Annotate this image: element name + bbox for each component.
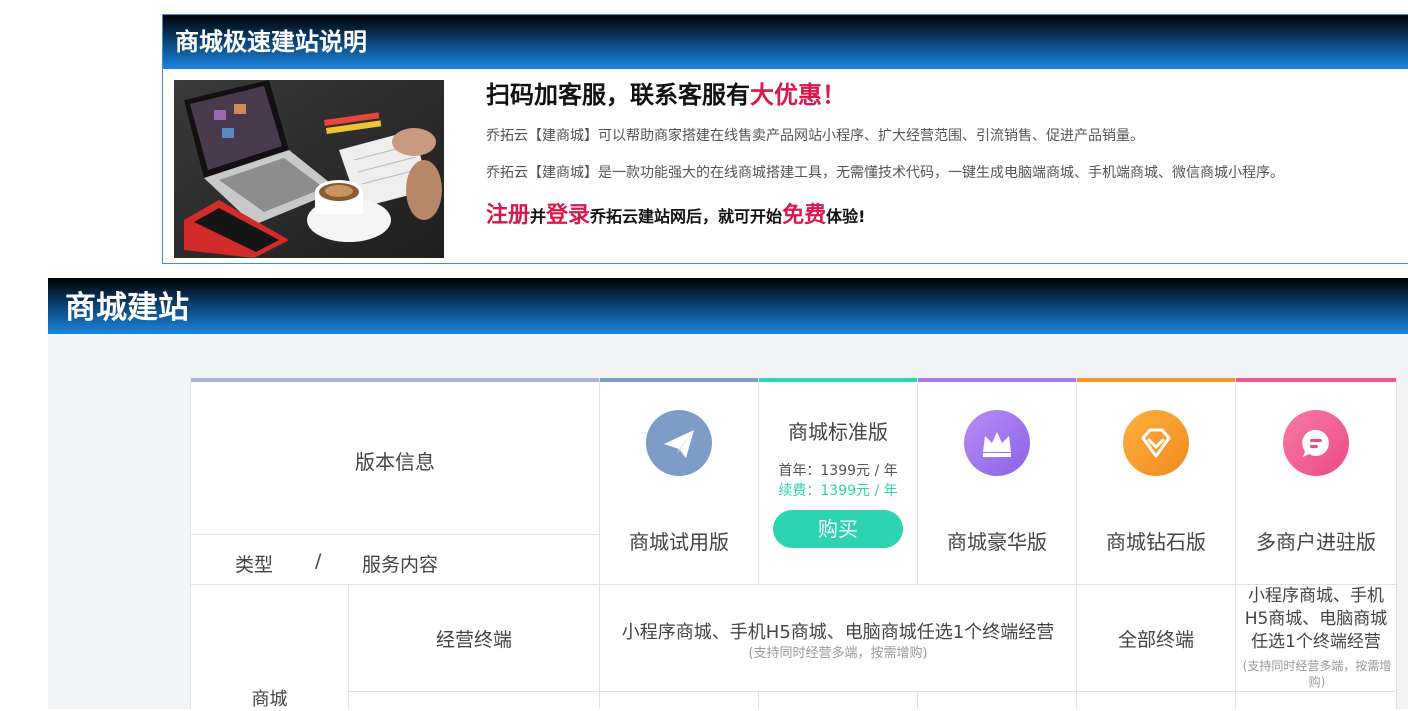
terminal-merged-text: 小程序商城、手机H5商城、电脑商城任选1个终端经营 [621,622,1055,643]
terminal-diamond-cell: 全部终端 [1077,585,1236,692]
category-cell-mall: 商城 [190,585,349,710]
terminal-multi-text: 小程序商城、手机H5商城、电脑商城任选1个终端经营 [1244,586,1388,652]
headline-highlight: 大优惠！ [750,81,846,109]
plan-column-standard: 商城标准版 首年：1399元 / 年 续费：1399元 / 年 购买 [759,378,918,585]
plan-column-multi: 多商户进驻版 [1236,378,1397,585]
terminal-label-cell: 经营终端 [349,585,600,692]
intro-paragraph-1: 乔拓云【建商城】可以帮助商家搭建在线售卖产品网站小程序、扩大经营范围、引流销售、… [486,128,1144,144]
diamond-icon [1123,410,1189,476]
plan-name-multi: 多商户进驻版 [1256,530,1376,554]
next-row-cell [1236,692,1397,709]
slash-separator: / [315,550,322,572]
pricing-table: 版本信息 类型 / 服务内容 商城试用版 商城标准版 首年：1399元 / 年 … [190,378,1397,710]
next-row-cell [1077,692,1236,709]
intro-title: 商城极速建站说明 [163,15,1408,69]
plan-name-trial: 商城试用版 [629,530,729,554]
intro-panel: 商城极速建站说明 扫码加客服，联系客服有大优惠！ 乔拓云【建商城】可以帮助商家搭… [162,14,1408,264]
cta-end: 体验! [826,207,866,226]
plan-column-trial: 商城试用版 [600,378,759,585]
plan-name-diamond: 商城钻石版 [1106,530,1206,554]
corner-topbar [191,378,599,382]
promo-headline: 扫码加客服，联系客服有大优惠！ [486,77,1408,113]
section-title: 商城建站 [48,278,1408,334]
first-year-price: 首年：1399元 / 年 [778,463,898,479]
buy-button[interactable]: 购买 [773,510,903,548]
deluxe-topbar [918,378,1076,382]
terminal-merged-note: (支持同时经营多端，按需增购) [748,646,928,661]
crown-icon [964,410,1030,476]
chat-bubble-icon [1283,410,1349,476]
type-label: 类型 [235,554,274,576]
next-row-cell [349,692,600,709]
intro-paragraph-2: 乔拓云【建商城】是一款功能强大的在线商城搭建工具，无需懂技术代码，一键生成电脑端… [486,165,1284,181]
terminal-multi-cell: 小程序商城、手机H5商城、电脑商城任选1个终端经营 (支持同时经营多端，按需增购… [1236,585,1397,692]
renewal-price: 续费：1399元 / 年 [778,483,898,499]
plan-name-deluxe: 商城豪华版 [947,530,1047,554]
plan-name-standard: 商城标准版 [788,420,888,444]
next-row-cell [918,692,1077,709]
terminal-multi-note: (支持同时经营多端，按需增购) [1242,659,1392,689]
multi-topbar [1236,378,1396,382]
cta-line: 注册并登录乔拓云建站网后，就可开始免费体验! [486,197,1408,229]
service-content-label: 服务内容 [362,554,439,576]
intro-text-block: 扫码加客服，联系客服有大优惠！ 乔拓云【建商城】可以帮助商家搭建在线售卖产品网站… [486,77,1408,229]
terminal-merged-cell: 小程序商城、手机H5商城、电脑商城任选1个终端经营 (支持同时经营多端，按需增购… [600,585,1077,692]
terminal-diamond-text: 全部终端 [1117,629,1194,651]
laptop-coffee-photo [174,80,444,258]
standard-topbar [759,378,917,382]
login-link[interactable]: 登录 [546,203,590,228]
table-corner-cell: 版本信息 类型 / 服务内容 [190,378,600,585]
headline-text: 扫码加客服，联系客服有 [486,81,750,109]
version-info-label: 版本信息 [355,450,435,474]
category-mall-label: 商城 [251,689,288,710]
plan-column-diamond: 商城钻石版 [1077,378,1236,585]
terminal-label: 经营终端 [435,629,512,651]
next-row-cell [759,692,918,709]
plan-column-deluxe: 商城豪华版 [918,378,1077,585]
register-link[interactable]: 注册 [486,203,530,228]
diamond-topbar [1077,378,1235,382]
paper-plane-icon [646,410,712,476]
next-row-cell [600,692,759,709]
free-text: 免费 [782,203,827,228]
corner-divider [191,534,599,535]
cta-mid: 乔拓云建站网后，就可开始 [590,207,783,226]
trial-topbar [600,378,758,382]
cta-and: 并 [530,207,547,226]
